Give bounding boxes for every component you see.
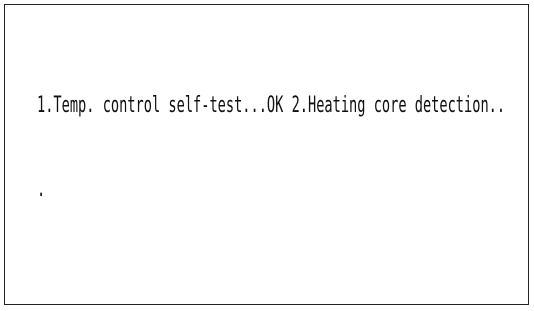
display-panel: 1.Temp. control self-test...OK 2.Heating… [4, 4, 529, 305]
progress-continuation-text: . [37, 177, 46, 202]
self-test-status-text: 1.Temp. control self-test...OK 2.Heating… [37, 93, 506, 118]
